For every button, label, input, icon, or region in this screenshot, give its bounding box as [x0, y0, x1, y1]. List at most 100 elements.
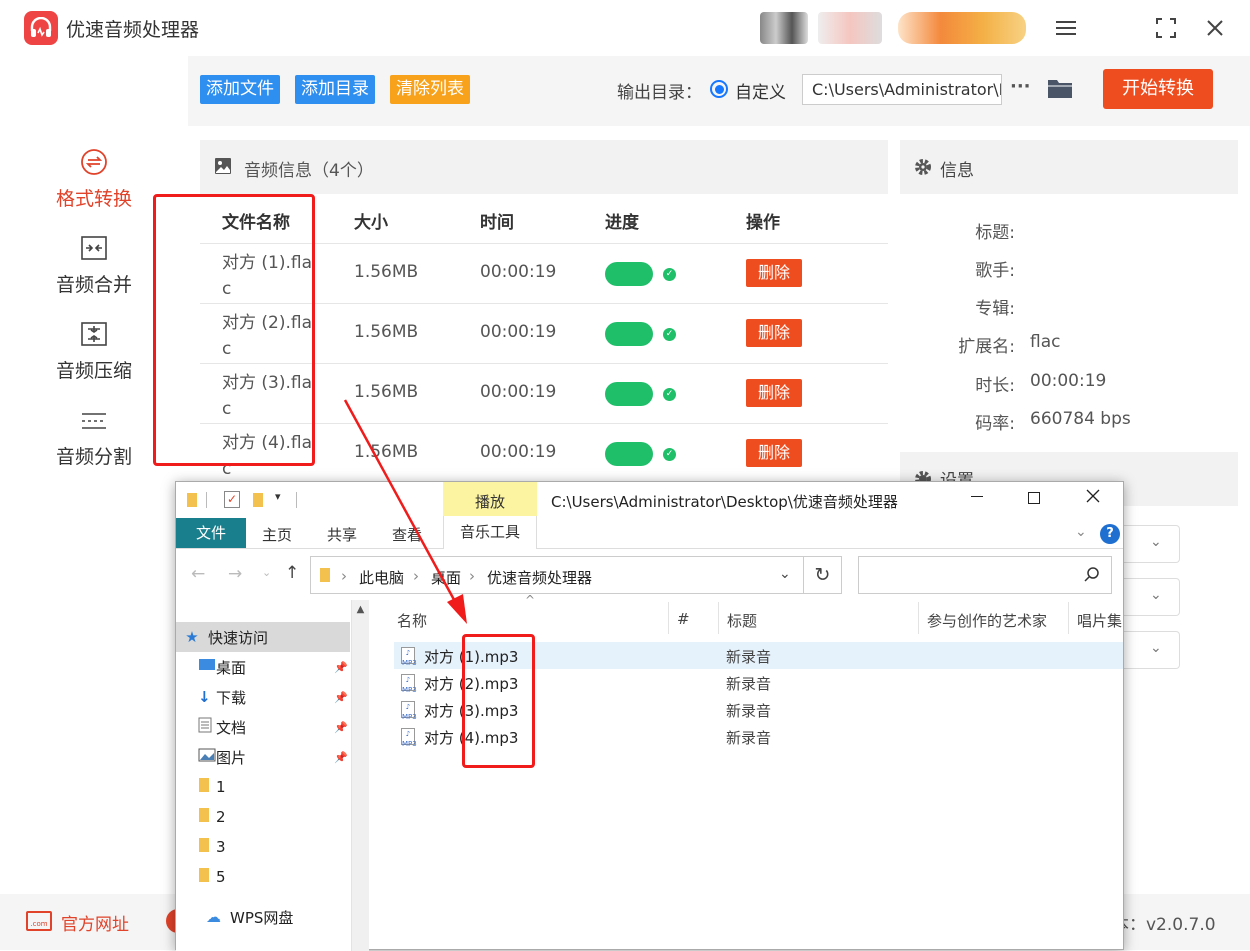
annotation-box-result [462, 634, 535, 768]
folder-quick-icon [186, 492, 200, 512]
recent-dropdown-icon[interactable]: ⌄ [262, 566, 271, 579]
mp3-file-icon: ♪ MP3 [401, 728, 417, 748]
mp3-file-icon: ♪ MP3 [401, 701, 417, 721]
close-icon[interactable] [1201, 14, 1229, 42]
search-input[interactable] [858, 556, 1112, 594]
address-bar[interactable]: › 此电脑 › 桌面 › 优速音频处理器 ⌄ [310, 556, 804, 594]
pin-icon[interactable]: 📌 [334, 661, 348, 674]
ribbon-expand-icon[interactable]: ⌄ [1075, 524, 1087, 540]
progress-bar [605, 442, 653, 466]
info-value-bitrate: 660784 bps [1030, 409, 1131, 429]
info-label-title: 标题: [975, 223, 1015, 243]
col-header-title[interactable]: 标题 [727, 610, 757, 631]
col-header-album[interactable]: 唱片集 [1077, 610, 1122, 631]
properties-icon[interactable]: ✓ [224, 491, 240, 508]
gear-icon [914, 158, 932, 180]
delete-button[interactable]: 删除 [746, 379, 802, 407]
refresh-icon[interactable]: ↻ [804, 556, 842, 594]
app-logo-icon [24, 11, 58, 45]
nav-item-documents[interactable]: 文档 📌 [176, 712, 351, 742]
audio-list-title: 音频信息（4个） [244, 161, 374, 181]
website-link[interactable]: 官方网址 [61, 910, 129, 935]
pin-icon[interactable]: 📌 [334, 721, 348, 734]
tab-file[interactable]: 文件 [176, 518, 246, 548]
custom-radio-label: 自定义 [735, 83, 786, 103]
sort-up-icon: ^ [525, 593, 536, 607]
col-header-number[interactable]: # [677, 610, 690, 628]
divider [1068, 602, 1069, 634]
folder-icon[interactable] [1047, 77, 1073, 103]
delete-button[interactable]: 删除 [746, 259, 802, 287]
settings-select-1[interactable]: ⌄ [1120, 525, 1180, 563]
delete-button[interactable]: 删除 [746, 439, 802, 467]
divider [668, 602, 669, 634]
nav-item-folder-1[interactable]: 1 [176, 772, 351, 802]
divider [718, 602, 719, 634]
col-header-name[interactable]: 名称 [397, 610, 427, 631]
file-size: 1.56MB [354, 442, 419, 462]
search-icon [1084, 566, 1100, 586]
new-folder-icon[interactable] [252, 492, 266, 512]
play-context-header: 播放 [443, 482, 537, 516]
maximize-icon[interactable] [1152, 14, 1180, 42]
progress-bar [605, 262, 653, 286]
folder-icon [176, 867, 216, 887]
nav-item-folder-5[interactable]: 5 [176, 862, 351, 892]
forward-arrow-icon[interactable]: → [228, 564, 242, 584]
folder-icon [176, 777, 216, 797]
nav-item-folder-3[interactable]: 3 [176, 832, 351, 862]
pin-icon[interactable]: 📌 [334, 751, 348, 764]
settings-select-3[interactable]: ⌄ [1120, 631, 1180, 669]
col-header-time: 时间 [480, 213, 514, 233]
tab-music-tools[interactable]: 音乐工具 [443, 516, 537, 549]
up-arrow-icon[interactable]: ↑ [285, 563, 299, 583]
nav-scrollbar[interactable]: ▲ [351, 600, 369, 951]
file-duration: 00:00:19 [480, 262, 557, 282]
file-title: 新录音 [726, 675, 772, 693]
close-icon[interactable] [1085, 488, 1101, 508]
nav-item-desktop[interactable]: 桌面 📌 [176, 652, 351, 682]
blurred-username [818, 12, 882, 44]
divider [296, 492, 297, 508]
file-size: 1.56MB [354, 322, 419, 342]
image-icon [214, 157, 232, 179]
minimize-icon[interactable] [971, 496, 983, 497]
menu-icon[interactable] [1052, 14, 1080, 42]
address-dropdown-icon[interactable]: ⌄ [779, 566, 791, 582]
col-header-artist[interactable]: 参与创作的艺术家 [927, 610, 1047, 631]
progress-bar [605, 382, 653, 406]
add-directory-button[interactable]: 添加目录 [295, 75, 375, 104]
info-label-extension: 扩展名: [958, 337, 1015, 357]
clear-list-button[interactable]: 清除列表 [390, 75, 470, 104]
pin-icon[interactable]: 📌 [334, 691, 348, 704]
help-icon[interactable]: ? [1100, 524, 1120, 544]
settings-select-2[interactable]: ⌄ [1120, 578, 1180, 616]
tab-share[interactable]: 共享 [327, 524, 357, 545]
customize-dropdown-icon[interactable]: ▾ [275, 490, 281, 503]
output-dir-label: 输出目录： [617, 83, 702, 103]
nav-item-wps-cloud[interactable]: ☁ WPS网盘 [176, 902, 351, 932]
nav-item-quick-access[interactable]: ★ 快速访问 [176, 622, 351, 652]
info-label-bitrate: 码率: [975, 414, 1015, 434]
more-button[interactable]: ··· [1010, 76, 1031, 97]
nav-item-pictures[interactable]: 图片 📌 [176, 742, 351, 772]
custom-radio[interactable] [710, 80, 728, 98]
output-path-input[interactable]: C:\Users\Administrator\Desktop [802, 74, 1002, 105]
tab-home[interactable]: 主页 [262, 524, 292, 545]
breadcrumb-desktop[interactable]: 桌面 [431, 567, 461, 588]
maximize-icon[interactable] [1028, 492, 1040, 504]
start-convert-button[interactable]: 开始转换 [1103, 69, 1213, 109]
app-title: 优速音频处理器 [66, 19, 200, 41]
back-arrow-icon[interactable]: ← [191, 564, 205, 584]
breadcrumb-folder[interactable]: 优速音频处理器 [487, 567, 592, 588]
file-size: 1.56MB [354, 262, 419, 282]
file-duration: 00:00:19 [480, 382, 557, 402]
info-title: 信息 [940, 161, 974, 181]
nav-item-folder-2[interactable]: 2 [176, 802, 351, 832]
delete-button[interactable]: 删除 [746, 319, 802, 347]
tab-view[interactable]: 查看 [392, 524, 422, 545]
add-file-button[interactable]: 添加文件 [200, 75, 280, 104]
file-title: 新录音 [726, 648, 772, 666]
breadcrumb-this-pc[interactable]: 此电脑 [359, 567, 404, 588]
nav-item-downloads[interactable]: ↓ 下载 📌 [176, 682, 351, 712]
